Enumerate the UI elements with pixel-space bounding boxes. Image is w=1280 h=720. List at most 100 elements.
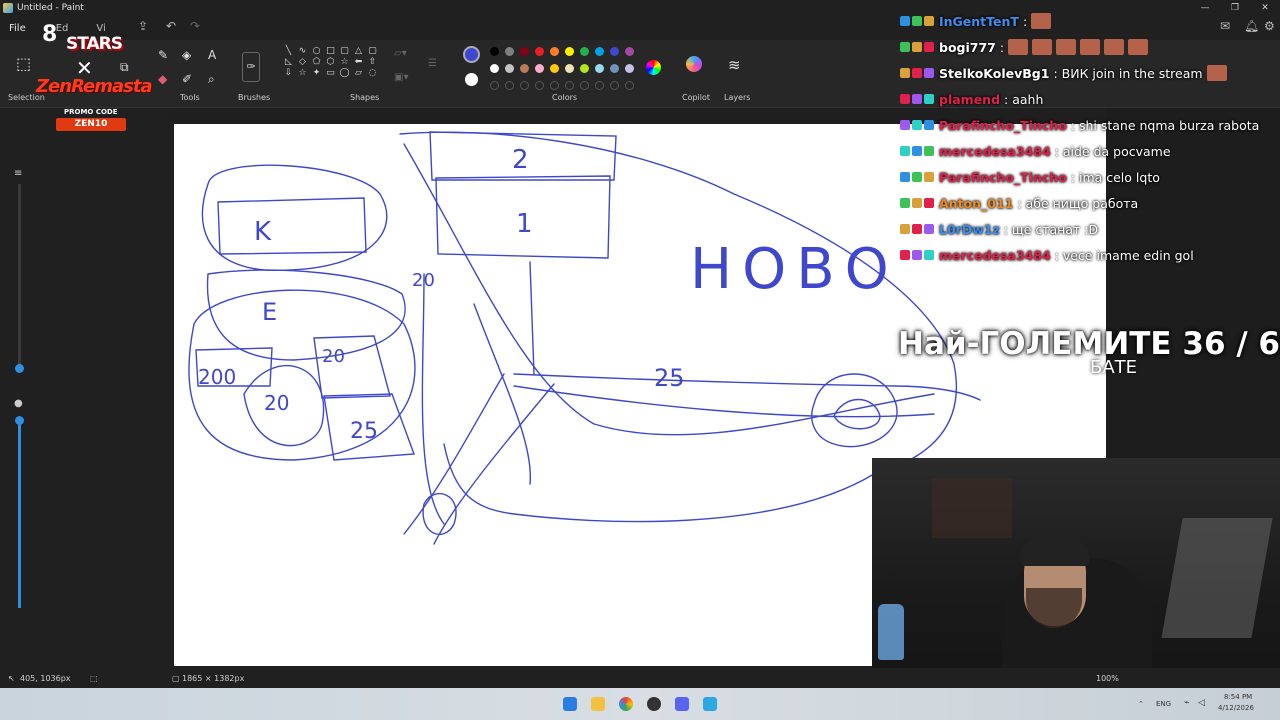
zoom-level[interactable]: 100% bbox=[1096, 674, 1119, 683]
size-slider-thumb[interactable] bbox=[15, 364, 24, 373]
pencil-icon[interactable]: ✎ bbox=[158, 48, 168, 62]
shape-option[interactable]: ⬡ bbox=[324, 57, 337, 67]
menu-file[interactable]: File bbox=[9, 23, 26, 34]
copilot-icon[interactable] bbox=[686, 56, 702, 72]
color-swatch[interactable] bbox=[610, 47, 619, 56]
color-swatch[interactable] bbox=[565, 64, 574, 73]
shape-option[interactable]: ☆ bbox=[338, 57, 351, 67]
shape-option[interactable]: □ bbox=[324, 46, 337, 56]
custom-color-slot[interactable] bbox=[550, 81, 559, 90]
color-swatch[interactable] bbox=[520, 64, 529, 73]
undo-icon[interactable]: ↶ bbox=[166, 19, 176, 33]
color-swatch[interactable] bbox=[550, 64, 559, 73]
language-indicator[interactable]: ENG bbox=[1156, 700, 1171, 708]
custom-color-slot[interactable] bbox=[610, 81, 619, 90]
fill-icon[interactable]: ◈ bbox=[182, 48, 191, 62]
color-swatch[interactable] bbox=[490, 47, 499, 56]
selection-icon[interactable]: ⬚ bbox=[16, 54, 31, 73]
chrome-icon[interactable] bbox=[619, 697, 633, 711]
color-swatch[interactable] bbox=[505, 47, 514, 56]
chat-username[interactable]: InGentTenT bbox=[939, 14, 1019, 29]
paint-taskbar-icon[interactable] bbox=[703, 697, 717, 711]
shapes-gallery[interactable]: ╲ ∿ ○ □ ▢ △ ▢ ◺ ◇ ⬠ ⬡ ☆ ⬅ ⇧ ⇩ ☆ ✦ ▭ ◯ ▱ ◌ bbox=[282, 46, 378, 78]
shape-option[interactable]: ◇ bbox=[296, 57, 309, 67]
eraser-icon[interactable]: ◆ bbox=[158, 72, 167, 86]
color-swatch[interactable] bbox=[625, 47, 634, 56]
color-swatch[interactable] bbox=[535, 47, 544, 56]
chat-username[interactable]: Anton_011 bbox=[939, 196, 1013, 211]
custom-color-slot[interactable] bbox=[490, 81, 499, 90]
custom-color-slot[interactable] bbox=[625, 81, 634, 90]
custom-color-slot[interactable] bbox=[535, 81, 544, 90]
chat-username[interactable]: Parafincho_Tincho bbox=[939, 170, 1067, 185]
edit-colors-icon[interactable] bbox=[646, 60, 661, 75]
custom-color-slot[interactable] bbox=[595, 81, 604, 90]
color-swatch[interactable] bbox=[610, 64, 619, 73]
chat-username[interactable]: bogi777 bbox=[939, 40, 996, 55]
shape-option[interactable]: ▢ bbox=[366, 46, 379, 56]
chat-username[interactable]: Parafincho_Tincho bbox=[939, 118, 1067, 133]
outline-icon[interactable]: ▱▾ bbox=[394, 48, 407, 59]
opacity-slider[interactable] bbox=[18, 418, 21, 608]
shape-option[interactable]: ▢ bbox=[338, 46, 351, 56]
color-picker-icon[interactable]: ✐ bbox=[182, 72, 192, 86]
file-explorer-icon[interactable] bbox=[591, 697, 605, 711]
chat-username[interactable]: plamend bbox=[939, 92, 1000, 107]
color-swatch[interactable] bbox=[535, 64, 544, 73]
shape-option[interactable]: ▱ bbox=[352, 68, 365, 78]
redo-icon[interactable]: ↷ bbox=[190, 19, 200, 33]
shape-option[interactable]: ╲ bbox=[282, 46, 295, 56]
network-icon[interactable]: ⌁ bbox=[1184, 698, 1189, 708]
shape-option[interactable]: ◌ bbox=[366, 68, 379, 78]
chat-username[interactable]: L0rDw1z bbox=[939, 222, 1000, 237]
color-swatch[interactable] bbox=[505, 64, 514, 73]
color-swatch[interactable] bbox=[580, 64, 589, 73]
color-swatch[interactable] bbox=[565, 47, 574, 56]
shape-option[interactable]: ⬠ bbox=[310, 57, 323, 67]
shape-option[interactable]: ⇧ bbox=[366, 57, 379, 67]
chat-username[interactable]: StelkoKolevBg1 bbox=[939, 66, 1049, 81]
sketch-drawing: 2 1 K E 20 20 200 20 25 25 НОВО bbox=[188, 131, 981, 545]
secondary-color[interactable] bbox=[465, 73, 478, 86]
color-swatch[interactable] bbox=[490, 64, 499, 73]
custom-color-slot[interactable] bbox=[580, 81, 589, 90]
magnifier-icon[interactable]: ⌕ bbox=[208, 72, 215, 87]
brush-icon[interactable]: ✑ bbox=[242, 52, 260, 82]
shape-option[interactable]: ⬅ bbox=[352, 57, 365, 67]
shape-option[interactable]: ✦ bbox=[310, 68, 323, 78]
size-slider-track[interactable] bbox=[18, 184, 21, 370]
tray-chevron-icon[interactable]: ⌃ bbox=[1138, 700, 1144, 708]
custom-color-slot[interactable] bbox=[505, 81, 514, 90]
color-palette[interactable] bbox=[490, 47, 640, 90]
clock-date[interactable]: 4/12/2026 bbox=[1218, 704, 1254, 712]
fill-shape-icon[interactable]: ▣▾ bbox=[394, 72, 408, 83]
volume-icon[interactable]: ◁ bbox=[1198, 698, 1205, 708]
primary-color[interactable] bbox=[463, 46, 480, 63]
discord-icon[interactable] bbox=[675, 697, 689, 711]
color-swatch[interactable] bbox=[580, 47, 589, 56]
size-icon[interactable]: ☰ bbox=[428, 58, 437, 69]
layers-icon[interactable]: ≋ bbox=[728, 56, 741, 74]
color-swatch[interactable] bbox=[550, 47, 559, 56]
start-icon[interactable] bbox=[563, 697, 577, 711]
color-swatch[interactable] bbox=[595, 47, 604, 56]
chat-username[interactable]: mercedesa3484 bbox=[939, 144, 1051, 159]
chat-username[interactable]: mercedesa3484 bbox=[939, 248, 1051, 263]
shape-option[interactable]: △ bbox=[352, 46, 365, 56]
color-swatch[interactable] bbox=[595, 64, 604, 73]
shape-option[interactable]: ▭ bbox=[324, 68, 337, 78]
text-icon[interactable]: A bbox=[208, 48, 216, 62]
shape-option[interactable]: ○ bbox=[310, 46, 323, 56]
color-swatch[interactable] bbox=[520, 47, 529, 56]
shape-option[interactable]: ∿ bbox=[296, 46, 309, 56]
shape-option[interactable]: ⇩ bbox=[282, 68, 295, 78]
clock-time[interactable]: 8:54 PM bbox=[1224, 693, 1252, 701]
shape-option[interactable]: ◯ bbox=[338, 68, 351, 78]
opacity-slider-thumb[interactable] bbox=[15, 416, 24, 425]
custom-color-slot[interactable] bbox=[565, 81, 574, 90]
obs-icon[interactable] bbox=[647, 697, 661, 711]
shape-option[interactable]: ☆ bbox=[296, 68, 309, 78]
shape-option[interactable]: ◺ bbox=[282, 57, 295, 67]
custom-color-slot[interactable] bbox=[520, 81, 529, 90]
color-swatch[interactable] bbox=[625, 64, 634, 73]
